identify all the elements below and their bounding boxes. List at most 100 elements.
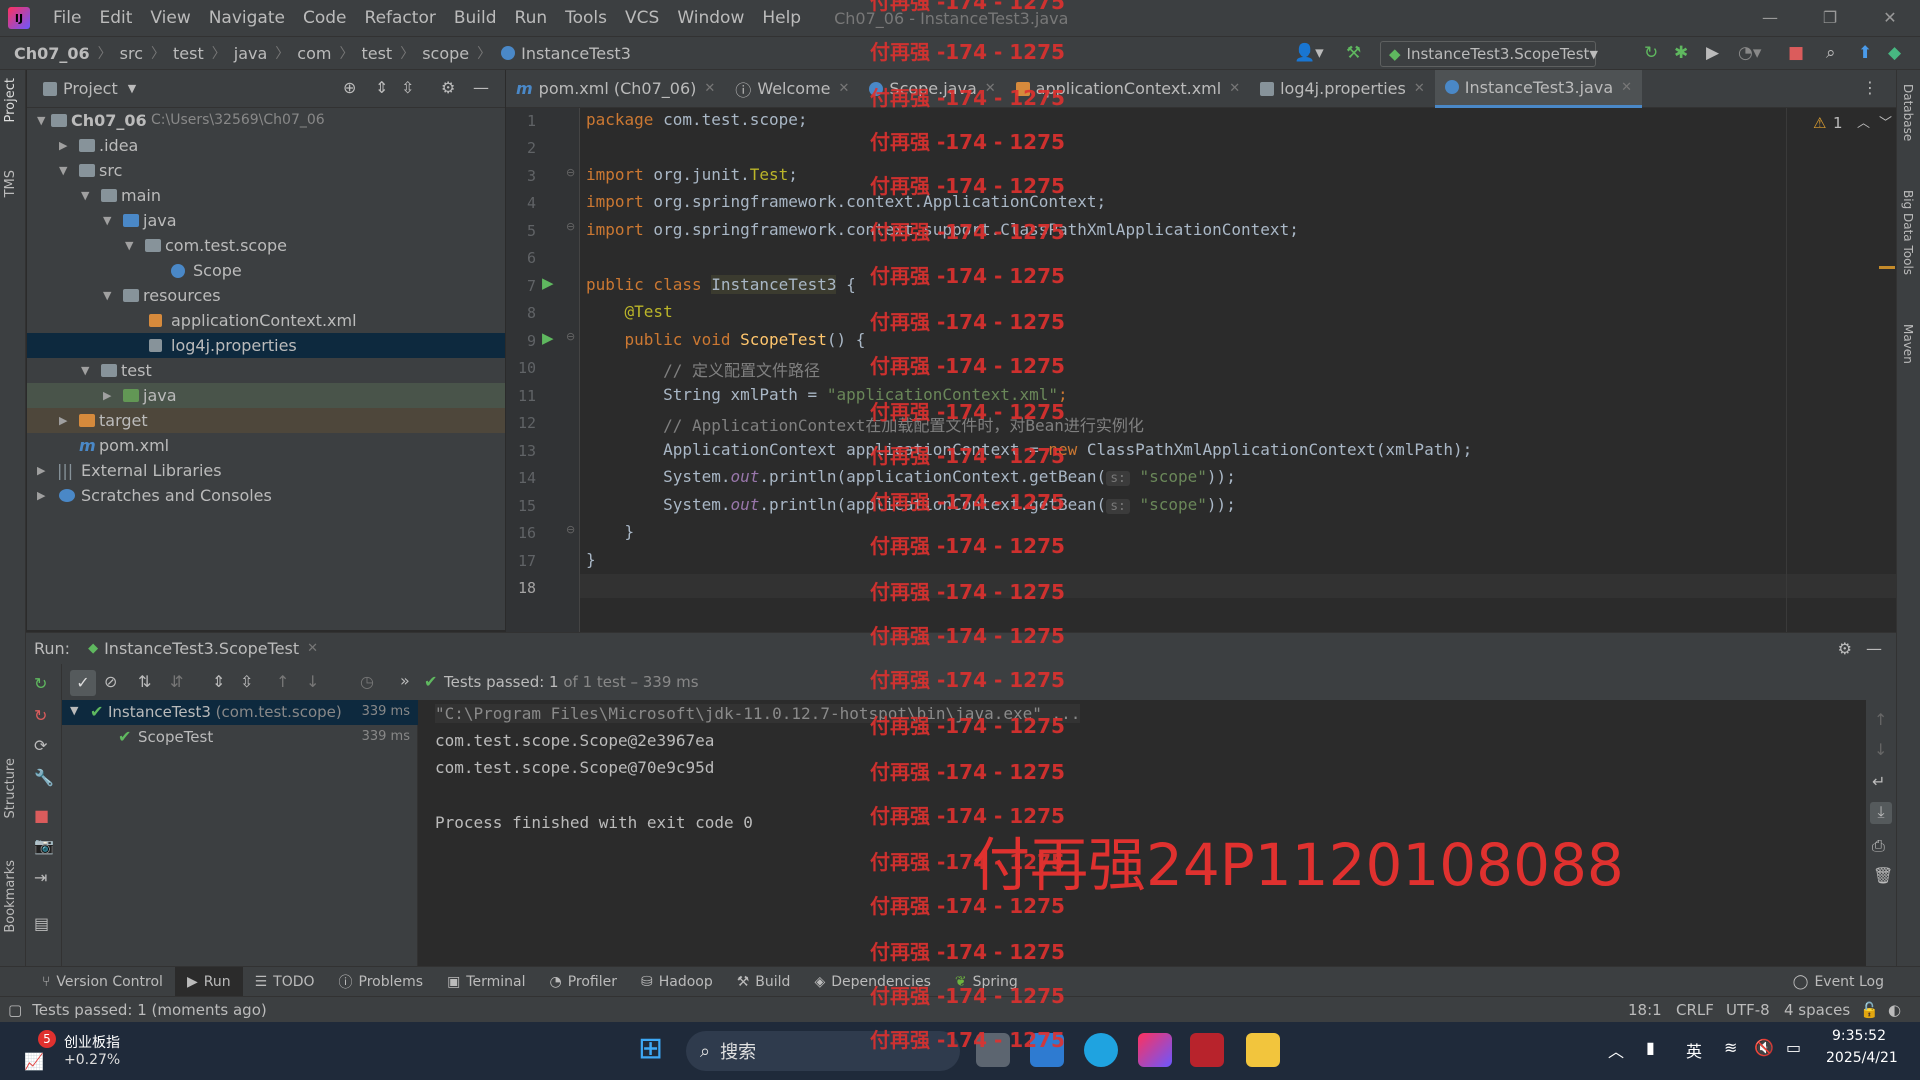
run-gutter-icon[interactable]: ▶ (542, 274, 554, 292)
stop-icon[interactable]: ■ (34, 806, 49, 825)
restore-icon[interactable]: ❐ (1800, 0, 1860, 36)
chevron-down-icon[interactable]: ▼ (125, 233, 133, 258)
fold-icon[interactable]: ⊖ (566, 166, 575, 179)
menu-tools[interactable]: Tools (556, 8, 616, 28)
memory-indicator-icon[interactable]: ◐ (1888, 1001, 1901, 1019)
menu-navigate[interactable]: Navigate (200, 8, 294, 28)
tree-item-package[interactable]: ▼ com.test.scope (27, 233, 505, 258)
mute-icon[interactable]: 🔇 (1754, 1038, 1774, 1057)
editor-scrollbar[interactable]: ⚠ 1 ︿ ﹀ (1786, 108, 1896, 632)
stock-widget[interactable]: 5 📈 创业板指 +0.27% (24, 1030, 144, 1074)
menu-view[interactable]: View (141, 8, 199, 28)
breadcrumb-item-test[interactable]: test (173, 44, 204, 63)
tool-window-structure[interactable]: Structure (3, 758, 18, 818)
rerun-icon[interactable]: ↻ (34, 674, 47, 693)
close-icon[interactable]: ✕ (985, 81, 996, 96)
project-panel-title[interactable]: Project (63, 79, 118, 98)
close-icon[interactable]: ✕ (1621, 80, 1632, 95)
chevron-down-icon[interactable]: ▼ (37, 108, 45, 133)
menu-refactor[interactable]: Refactor (356, 8, 445, 28)
status-message[interactable]: Tests passed: 1 (moments ago) (32, 1001, 267, 1019)
arrow-down-icon[interactable]: ↓ (1874, 740, 1887, 759)
scroll-to-end-icon[interactable]: ⤓ (1870, 802, 1892, 824)
minimize-icon[interactable]: — (1740, 0, 1800, 36)
user-icon[interactable]: 👤▾ (1294, 43, 1324, 63)
tool-tab-spring[interactable]: ❦ Spring (943, 967, 1030, 997)
breadcrumb-item-class[interactable]: InstanceTest3 (521, 44, 631, 63)
close-icon[interactable]: ✕ (307, 641, 318, 656)
close-icon[interactable]: ✕ (1414, 81, 1425, 96)
hide-icon[interactable]: — (1866, 639, 1882, 658)
chevron-right-icon[interactable]: ▶ (59, 408, 67, 433)
chevron-right-icon[interactable]: ▶ (37, 458, 45, 483)
fold-icon[interactable]: ⊖ (566, 220, 575, 233)
collapse-all-icon[interactable]: ⇳ (240, 672, 253, 691)
error-stripe-marker[interactable] (1879, 266, 1895, 269)
tool-tab-dependencies[interactable]: ◈ Dependencies (802, 967, 942, 997)
coverage-icon[interactable]: ▶ (1706, 43, 1719, 63)
clock-icon[interactable]: ◷ (360, 672, 374, 691)
lock-icon[interactable]: 🔓 (1860, 1001, 1879, 1019)
breadcrumb-item-src[interactable]: src (120, 44, 143, 63)
tree-item-external-libraries[interactable]: ▶ ||| External Libraries (27, 458, 505, 483)
tree-item-appcontext-xml[interactable]: applicationContext.xml (27, 308, 505, 333)
tab-welcome[interactable]: ⓘ Welcome ✕ (725, 70, 859, 108)
fold-icon[interactable]: ⊖ (566, 330, 575, 343)
update-icon[interactable]: ⬆ (1858, 43, 1872, 63)
breadcrumb-item-com[interactable]: com (297, 44, 331, 63)
chevron-down-icon[interactable]: ▼ (70, 704, 78, 717)
warning-icon[interactable]: ⚠ (1813, 114, 1826, 132)
test-case-row[interactable]: ✔ ScopeTest 339 ms (62, 725, 418, 750)
run-gutter-icon[interactable]: ▶ (542, 329, 554, 347)
chevron-up-icon[interactable]: ︿ (1857, 112, 1870, 131)
indent-setting[interactable]: 4 spaces (1784, 1001, 1850, 1019)
gear-icon[interactable]: ⚙ (441, 78, 455, 97)
chevron-right-icon[interactable]: ▶ (59, 133, 67, 158)
menu-file[interactable]: File (44, 8, 90, 28)
tree-item-test[interactable]: ▼ test (27, 358, 505, 383)
wifi-icon[interactable]: ≋ (1724, 1038, 1737, 1057)
menu-edit[interactable]: Edit (90, 8, 141, 28)
breadcrumb-item-test-pkg[interactable]: test (361, 44, 392, 63)
camera-icon[interactable]: 📷 (34, 836, 54, 855)
tab-scope-java[interactable]: Scope.java ✕ (859, 70, 1005, 108)
layout-icon[interactable]: ▤ (34, 914, 49, 933)
chevron-down-icon[interactable]: ▼ (81, 358, 89, 383)
chevron-down-icon[interactable]: ﹀ (1879, 112, 1892, 131)
windows-start-icon[interactable]: ⊞ (638, 1034, 663, 1064)
gear-icon[interactable]: ⚙ (1838, 639, 1852, 658)
run-tab-label[interactable]: InstanceTest3.ScopeTest (104, 639, 299, 658)
soft-wrap-icon[interactable]: ↵ (1872, 772, 1885, 791)
stop-icon[interactable]: ■ (1788, 43, 1804, 63)
expand-all-icon[interactable]: ⇕ (375, 78, 388, 97)
print-icon[interactable]: ⎙ (1872, 836, 1885, 856)
clock-date[interactable]: 2025/4/21 (1826, 1050, 1898, 1066)
code-editor[interactable]: 1 2 3 4 5 6 7 8 9 10 11 12 13 14 15 16 1… (506, 108, 1896, 632)
hide-icon[interactable]: — (473, 78, 489, 97)
tool-tab-build[interactable]: ⚒ Build (725, 967, 803, 997)
task-view-icon[interactable] (976, 1033, 1010, 1067)
tree-item-pom-xml[interactable]: m pom.xml (27, 433, 505, 458)
caret-position[interactable]: 18:1 (1628, 1001, 1662, 1019)
breadcrumb-item-scope[interactable]: scope (422, 44, 469, 63)
ime-indicator[interactable]: 英 (1686, 1038, 1702, 1062)
menu-run[interactable]: Run (506, 8, 557, 28)
collapse-all-icon[interactable]: ⇳ (401, 78, 414, 97)
tree-item-test-java[interactable]: ▶ java (27, 383, 505, 408)
plugin-icon[interactable]: ◆ (1888, 43, 1901, 63)
tool-window-maven[interactable]: Maven (1901, 324, 1915, 364)
breadcrumb-item-java[interactable]: java (234, 44, 268, 63)
chevron-down-icon[interactable]: ▼ (59, 158, 67, 183)
tool-tab-event-log[interactable]: ◯ Event Log (1781, 967, 1896, 997)
tree-item-idea[interactable]: ▶ .idea (27, 133, 505, 158)
tool-tab-terminal[interactable]: ▣ Terminal (435, 967, 537, 997)
tree-item-main-java[interactable]: ▼ java (27, 208, 505, 233)
menu-help[interactable]: Help (753, 8, 810, 28)
tree-item-resources[interactable]: ▼ resources (27, 283, 505, 308)
tree-item-project-root[interactable]: ▼ Ch07_06 C:\Users\32569\Ch07_06 (27, 108, 505, 133)
tab-pom-xml[interactable]: m pom.xml (Ch07_06) ✕ (506, 70, 725, 108)
menu-vcs[interactable]: VCS (616, 8, 668, 28)
profile-icon[interactable]: ◔▾ (1738, 43, 1761, 63)
tab-log4j-properties[interactable]: log4j.properties ✕ (1250, 70, 1435, 108)
build-hammer-icon[interactable]: ⚒ (1346, 43, 1361, 63)
